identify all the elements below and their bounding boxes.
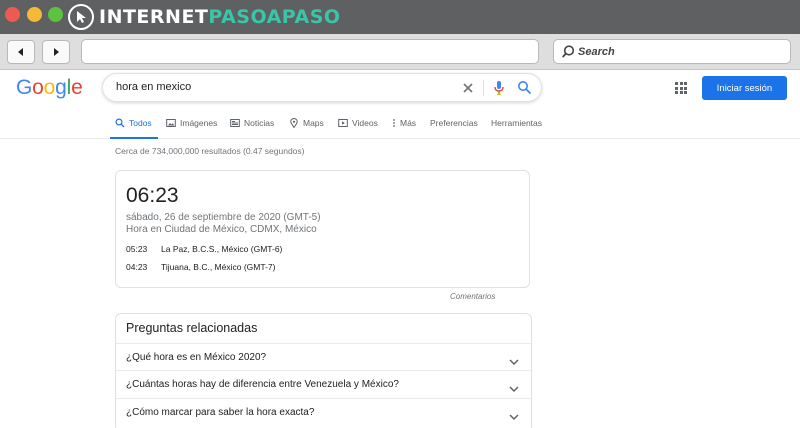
tab-label: Videos — [352, 118, 378, 128]
close-window-button[interactable] — [5, 7, 20, 22]
forward-button[interactable] — [42, 40, 70, 64]
clear-search-button[interactable] — [460, 80, 476, 101]
chevron-down-icon — [509, 380, 519, 398]
related-question-text: ¿Cómo marcar para saber la hora exacta? — [126, 407, 315, 418]
timezone-time: 04:23 — [126, 262, 148, 272]
minimize-window-button[interactable] — [27, 7, 42, 22]
tab-imagenes[interactable]: Imágenes — [166, 118, 217, 128]
search-icon — [562, 45, 575, 58]
search-divider — [483, 80, 484, 96]
tab-preferencias[interactable]: Preferencias — [430, 118, 478, 128]
search-submit-button[interactable] — [517, 80, 532, 100]
browser-search-label: Search — [578, 45, 615, 58]
tab-label: Imágenes — [180, 118, 218, 128]
brand-name-main: INTERNET — [99, 6, 209, 28]
brand-name: INTERNETPASOAPASO — [99, 6, 341, 28]
tab-noticias[interactable]: Noticias — [230, 118, 274, 128]
current-time: 06:23 — [126, 184, 179, 207]
related-question-item[interactable]: ¿Cuántas horas hay de diferencia entre V… — [116, 370, 531, 398]
logo-letter: o — [32, 76, 44, 99]
tab-herramientas[interactable]: Herramientas — [491, 118, 542, 128]
result-stats: Cerca de 734,000,000 resultados (0.47 se… — [115, 146, 305, 156]
time-location: Hora en Ciudad de México, CDMX, México — [126, 224, 317, 235]
logo-letter: g — [55, 76, 67, 99]
video-icon — [338, 119, 348, 127]
related-question-text: ¿Cuántas horas hay de diferencia entre V… — [126, 379, 399, 390]
search-box[interactable]: hora en mexico — [102, 73, 542, 102]
tab-label: Más — [400, 118, 417, 128]
chevron-down-icon — [509, 408, 519, 426]
back-arrow-icon — [18, 48, 23, 56]
time-answer-card: 06:23 sábado, 26 de septiembre de 2020 (… — [115, 170, 530, 288]
timezone-place: Tijuana, B.C., México (GMT-7) — [161, 262, 276, 272]
tab-label: Preferencias — [430, 118, 478, 128]
sign-in-button[interactable]: Iniciar sesión — [702, 76, 787, 100]
active-tab-indicator — [110, 137, 158, 139]
search-tabs: Todos Imágenes Noticias Maps Videos Más … — [0, 112, 800, 139]
brand-logo: INTERNETPASOAPASO — [68, 3, 341, 31]
apps-grid-icon[interactable] — [675, 82, 687, 94]
logo-letter: e — [71, 76, 83, 99]
timezone-row: 04:23 Tijuana, B.C., México (GMT-7) — [126, 262, 275, 272]
timezone-row: 05:23 La Paz, B.C.S., México (GMT-6) — [126, 244, 282, 254]
news-icon — [230, 119, 240, 127]
address-bar[interactable] — [81, 39, 539, 64]
tab-label: Noticias — [244, 118, 275, 128]
timezone-place: La Paz, B.C.S., México (GMT-6) — [161, 244, 283, 254]
tab-todos[interactable]: Todos — [115, 118, 152, 128]
close-icon — [463, 83, 473, 93]
tab-maps[interactable]: Maps — [289, 118, 324, 128]
related-question-item[interactable]: ¿Cómo marcar para saber la hora exacta? — [116, 398, 531, 426]
timezone-time: 05:23 — [126, 244, 148, 254]
map-pin-icon — [290, 118, 298, 128]
search-icon — [115, 118, 125, 128]
tab-label: Todos — [129, 118, 152, 128]
more-dots-icon — [393, 119, 395, 127]
tab-mas[interactable]: Más — [392, 118, 416, 128]
tab-videos[interactable]: Videos — [338, 118, 378, 128]
microphone-icon — [494, 81, 504, 96]
google-logo[interactable]: Google — [16, 76, 83, 100]
logo-letter: o — [43, 76, 56, 99]
forward-arrow-icon — [54, 48, 59, 56]
current-date: sábado, 26 de septiembre de 2020 (GMT-5) — [126, 212, 321, 223]
related-questions-card: Preguntas relacionadas ¿Qué hora es en M… — [115, 313, 532, 428]
browser-toolbar: Search — [0, 34, 800, 70]
window-titlebar: INTERNETPASOAPASO — [0, 0, 800, 34]
image-icon — [166, 119, 176, 127]
related-question-item[interactable]: ¿Qué hora es en México 2020? — [116, 343, 531, 371]
maximize-window-button[interactable] — [48, 7, 63, 22]
cursor-logo-icon — [68, 4, 94, 30]
voice-search-button[interactable] — [492, 80, 506, 101]
tab-label: Herramientas — [491, 118, 543, 128]
brand-name-accent: PASOAPASO — [208, 6, 341, 28]
tab-label: Maps — [303, 118, 324, 128]
related-question-text: ¿Qué hora es en México 2020? — [126, 352, 267, 363]
chevron-down-icon — [509, 353, 519, 371]
related-questions-title: Preguntas relacionadas — [126, 321, 258, 335]
back-button[interactable] — [7, 40, 35, 64]
search-icon — [518, 81, 531, 94]
feedback-link[interactable]: Comentarios — [450, 292, 495, 301]
logo-letter: G — [16, 76, 33, 99]
search-input[interactable]: hora en mexico — [116, 81, 191, 93]
browser-search-field[interactable]: Search — [553, 39, 791, 64]
